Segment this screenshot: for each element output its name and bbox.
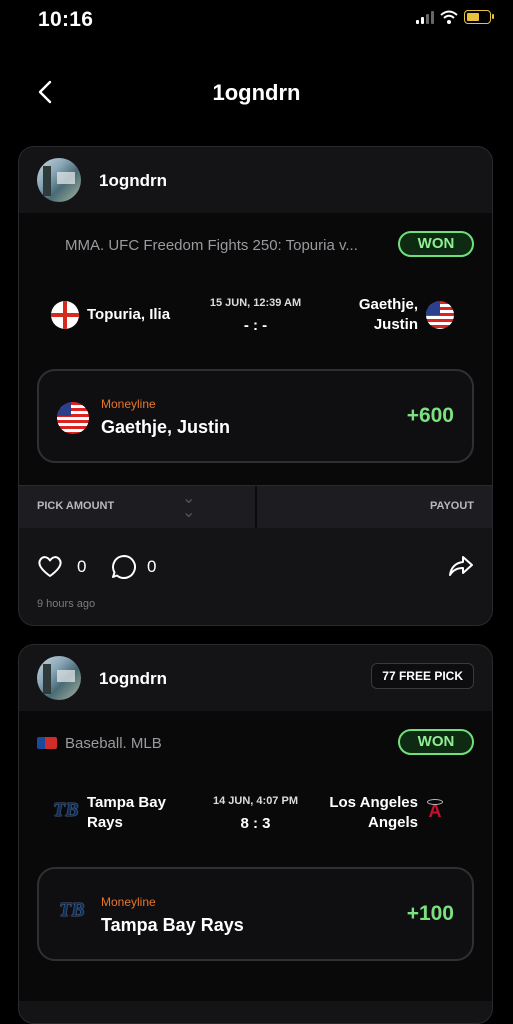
pick-card[interactable]: 1ogndrn MMA. UFC Freedom Fights 250: Top… xyxy=(18,146,493,626)
pick-odds: +600 xyxy=(406,404,454,427)
league-label: MMA. UFC Freedom Fights 250: Topuria v..… xyxy=(65,237,358,254)
username[interactable]: 1ogndrn xyxy=(99,171,167,191)
header: 1ogndrn xyxy=(0,60,513,124)
match-score: 8 : 3 xyxy=(240,815,271,832)
match-date: 15 JUN, 12:39 AM xyxy=(209,297,302,309)
free-pick-badge: 77 FREE PICK xyxy=(371,663,474,689)
card-header: 1ogndrn xyxy=(19,147,492,213)
status-icons xyxy=(416,10,494,24)
pick-selection: Tampa Bay Rays xyxy=(101,915,244,935)
result-badge: WON xyxy=(398,729,474,755)
match-score: - : - xyxy=(243,317,268,334)
pick-amount-label: PICK AMOUNT xyxy=(37,500,115,512)
away-team-line2: Justin xyxy=(373,316,418,333)
avatar[interactable] xyxy=(37,656,81,700)
mlb-logo-icon xyxy=(37,737,57,749)
payout-label: PAYOUT xyxy=(429,500,474,512)
pick-type: Moneyline xyxy=(101,895,156,909)
amount-row: ⌄ ⌄ PICK AMOUNT PAYOUT xyxy=(19,485,492,528)
chevron-down-icon: ⌄ ⌄ xyxy=(182,490,196,521)
comment-count: 0 xyxy=(147,557,157,576)
status-time: 10:16 xyxy=(38,8,94,31)
share-icon[interactable] xyxy=(448,555,474,577)
signal-icon xyxy=(416,10,434,24)
pick-box: Moneyline Gaethje, Justin +600 xyxy=(37,369,474,463)
league-label: Baseball. MLB xyxy=(65,735,162,752)
match-section: Baseball. MLB WON TB Tampa Bay Rays 14 J… xyxy=(19,711,492,1001)
pick-type: Moneyline xyxy=(101,397,156,411)
pick-card[interactable]: 1ogndrn 77 FREE PICK Baseball. MLB WON T… xyxy=(18,644,493,1024)
pick-odds: +100 xyxy=(406,902,454,925)
usa-flag-icon xyxy=(426,301,454,329)
status-bar: 10:16 xyxy=(0,0,513,40)
heart-icon[interactable] xyxy=(37,554,63,578)
angels-logo-icon: A xyxy=(424,799,446,827)
username[interactable]: 1ogndrn xyxy=(99,669,167,689)
pick-box: TB Moneyline Tampa Bay Rays +100 xyxy=(37,867,474,961)
away-team-line1: Los Angeles xyxy=(329,794,418,811)
pick-selection: Gaethje, Justin xyxy=(101,417,231,437)
match-date: 14 JUN, 4:07 PM xyxy=(213,795,298,807)
page-title: 1ogndrn xyxy=(212,80,301,105)
away-team-line2: Angels xyxy=(367,814,418,831)
timestamp: 9 hours ago xyxy=(37,598,96,610)
wifi-icon xyxy=(440,10,458,24)
away-team: Los Angeles Angels xyxy=(329,793,418,833)
social-row: 0 0 9 hours ago xyxy=(19,528,492,624)
result-badge: WON xyxy=(398,231,474,257)
match-section: MMA. UFC Freedom Fights 250: Topuria v..… xyxy=(19,213,492,485)
rays-logo-icon: TB xyxy=(59,899,85,921)
like-count: 0 xyxy=(77,557,87,576)
avatar[interactable] xyxy=(37,158,81,202)
away-team: Gaethje, Justin xyxy=(359,295,418,335)
away-team-line1: Gaethje, xyxy=(358,296,418,313)
battery-icon xyxy=(464,10,494,24)
comment-icon[interactable] xyxy=(111,554,137,580)
card-header: 1ogndrn 77 FREE PICK xyxy=(19,645,492,711)
usa-flag-icon xyxy=(57,402,89,434)
